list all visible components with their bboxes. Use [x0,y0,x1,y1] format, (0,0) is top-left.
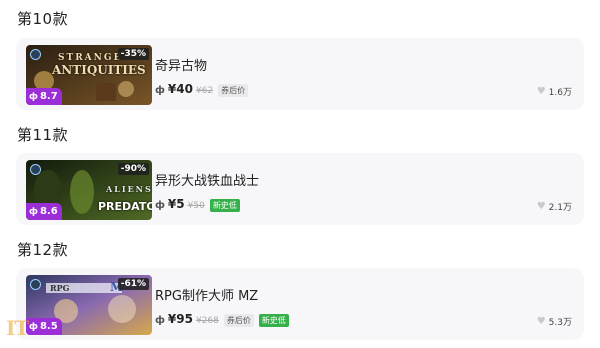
score-badge: ф 8.6 [26,203,62,220]
score-value: 8.5 [39,321,58,332]
section-title: 第10款 [17,10,69,28]
lowest-price-tag: 新史低 [209,199,240,212]
watermark-logo: IT [6,316,29,340]
likes-count: 1.6万 [548,88,572,98]
thumbnail-title-line-2: ANTIQUITIES [52,63,146,77]
thumbnail-title-line-2: PREDATOR [98,200,152,213]
lowest-price-tag: 新史低 [258,314,289,327]
steam-icon [30,164,41,175]
thumbnail-title-line-1: ALIENS [106,184,152,194]
steam-icon [30,279,41,290]
price-icon: ф [155,315,165,326]
thumbnail-title-line-1: STRANGE [58,53,123,63]
price-row: ф ¥5 ¥50 新史低 [155,197,240,212]
original-price: ¥50 [187,201,205,211]
thumbnail-title-line-1: RPG [50,283,70,293]
score-badge: ф 8.7 [26,88,62,105]
game-thumbnail[interactable]: ALIENS PREDATOR -90% ф8.6 [26,160,152,220]
likes[interactable]: ♥ 2.1万 [537,200,572,213]
heart-icon: ♥ [536,201,546,212]
discount-badge: -35% [117,48,149,60]
flame-icon: ф [29,206,38,217]
score-badge: ф 8.5 [26,318,62,335]
price-icon: ф [155,85,165,96]
price-row: ф ¥40 ¥62 券后价 [155,82,249,97]
game-name[interactable]: RPG制作大师 MZ [155,285,258,304]
game-card[interactable]: STRANGE ANTIQUITIES -35% ф 8.7 奇异古物 ф ¥40… [16,38,584,110]
section-title: 第12款 [17,241,69,259]
price-row: ф ¥95 ¥268 券后价 新史低 [155,312,289,327]
flame-icon: ф [29,321,38,332]
discount-badge: -61% [117,278,149,290]
current-price: ¥40 [167,82,193,96]
score-value: 8.7 [39,91,58,102]
heart-icon: ♥ [536,316,546,327]
likes[interactable]: ♥ 1.6万 [537,85,572,98]
coupon-tag: 券后价 [223,314,254,327]
game-name[interactable]: 奇异古物 [155,55,207,74]
game-thumbnail[interactable]: RPG M -61% ф 8.5 [26,275,152,335]
steam-icon [30,49,41,60]
flame-icon: ф [29,91,38,102]
discount-badge: -90% [117,163,149,175]
likes-count: 5.3万 [548,318,572,328]
likes-count: 2.1万 [548,203,572,213]
game-card[interactable]: RPG M -61% ф 8.5 RPG制作大师 MZ ф ¥95 ¥268 券后… [16,268,584,340]
score-value: 8.6 [39,206,58,217]
heart-icon: ♥ [536,86,546,97]
original-price: ¥62 [195,86,214,96]
section-title: 第11款 [17,126,69,144]
price-icon: ф [155,200,165,211]
game-card[interactable]: ALIENS PREDATOR -90% ф8.6 异形大战铁血战士 ф ¥5 … [16,153,584,225]
current-price: ¥5 [167,197,185,211]
likes[interactable]: ♥ 5.3万 [537,315,572,328]
game-name[interactable]: 异形大战铁血战士 [155,170,259,189]
original-price: ¥268 [195,316,219,326]
current-price: ¥95 [167,312,193,326]
coupon-tag: 券后价 [218,84,249,97]
game-thumbnail[interactable]: STRANGE ANTIQUITIES -35% ф 8.7 [26,45,152,105]
